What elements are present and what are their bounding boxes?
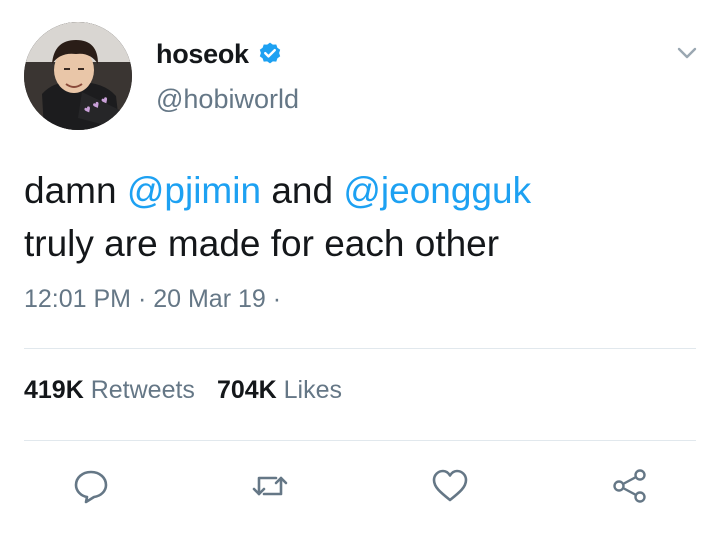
tweet-text-segment: damn bbox=[24, 170, 127, 211]
user-handle[interactable]: @hobiworld bbox=[156, 84, 299, 115]
tweet-line-1: damn @pjimin and @jeongguk bbox=[24, 164, 704, 217]
display-name[interactable]: hoseok bbox=[156, 39, 249, 70]
engagement-stats: 419K Retweets 704K Likes bbox=[24, 376, 342, 405]
reply-button[interactable] bbox=[71, 466, 111, 506]
retweets-label: Retweets bbox=[90, 376, 195, 404]
retweet-icon bbox=[252, 476, 288, 496]
divider bbox=[24, 440, 696, 441]
avatar[interactable]: ♥ ♥ ♥ bbox=[24, 22, 132, 130]
mention-link-pjimin[interactable]: @pjimin bbox=[127, 170, 261, 211]
retweets-stat[interactable]: 419K Retweets bbox=[24, 376, 195, 404]
likes-label: Likes bbox=[283, 376, 343, 404]
avatar-image: ♥ ♥ ♥ bbox=[24, 22, 132, 130]
tweet-line-2: truly are made for each other bbox=[24, 223, 500, 264]
name-row: hoseok bbox=[156, 36, 283, 72]
retweets-count: 419K bbox=[24, 376, 84, 404]
reply-icon bbox=[74, 470, 108, 504]
likes-stat[interactable]: 704K Likes bbox=[217, 376, 342, 404]
chevron-down-icon[interactable] bbox=[676, 42, 698, 64]
like-button[interactable] bbox=[430, 466, 470, 506]
likes-count: 704K bbox=[216, 376, 277, 404]
tweet-timestamp: 12:01 PM · 20 Mar 19 · bbox=[24, 285, 282, 313]
mention-link-jeongguk[interactable]: @jeongguk bbox=[343, 170, 531, 211]
action-bar bbox=[0, 466, 720, 506]
divider bbox=[24, 348, 696, 349]
verified-badge-icon bbox=[257, 41, 283, 67]
tweet-text: damn @pjimin and @jeongguk truly are mad… bbox=[24, 164, 704, 270]
tweet-text-segment: and bbox=[261, 170, 344, 211]
retweet-button[interactable] bbox=[250, 466, 290, 506]
share-icon bbox=[613, 469, 646, 503]
share-button[interactable] bbox=[610, 466, 650, 506]
heart-icon bbox=[432, 469, 468, 502]
